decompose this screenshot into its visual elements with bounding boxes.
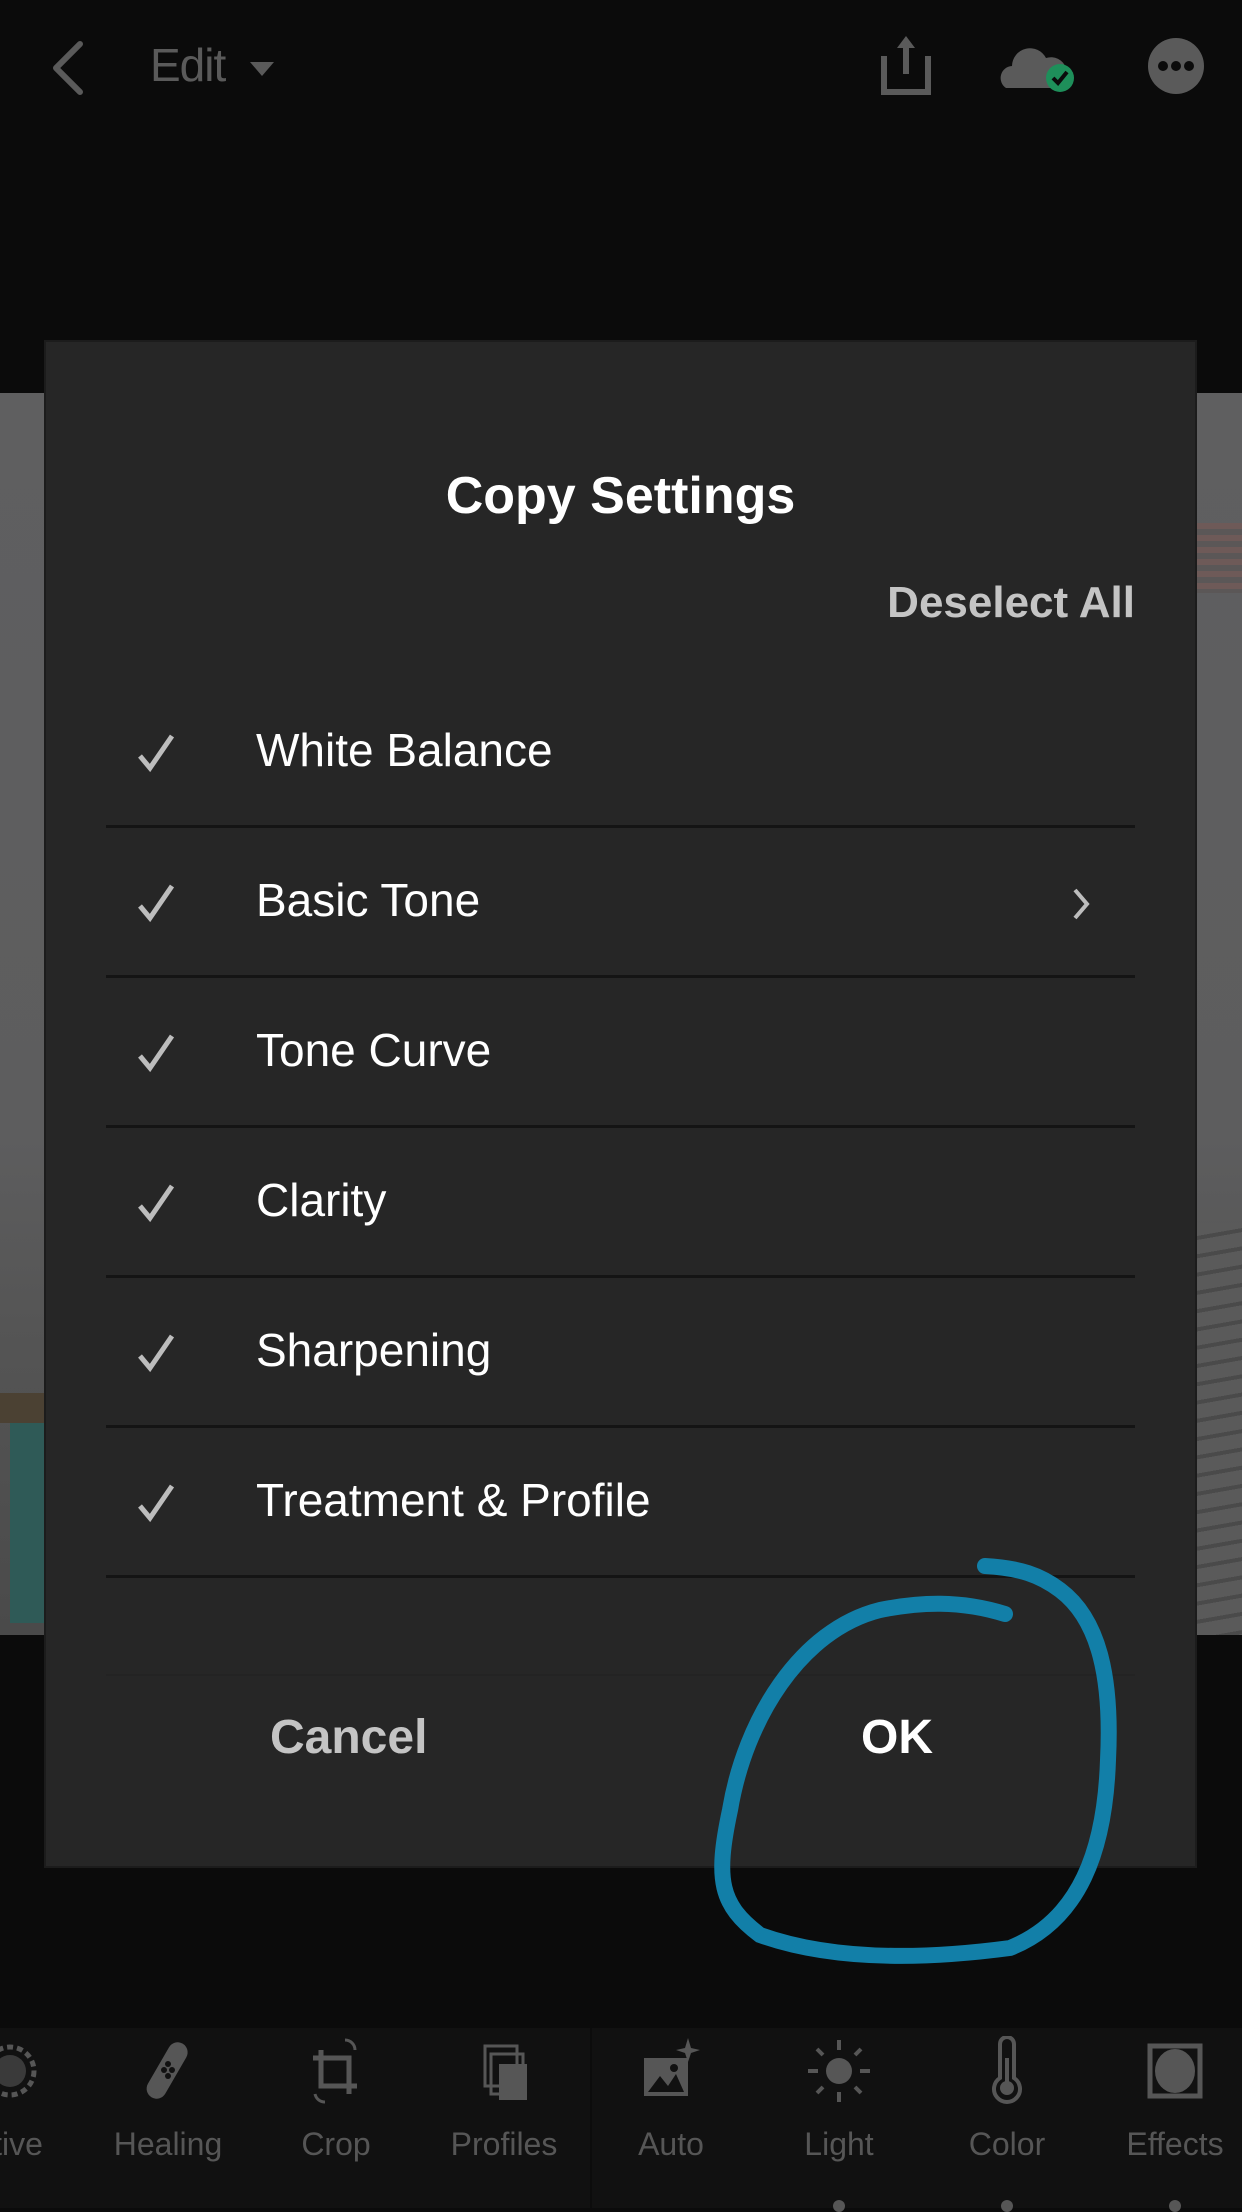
dialog-buttons: Cancel OK	[46, 1680, 1195, 1800]
photo-detail	[1190, 523, 1242, 593]
thermometer-icon	[992, 2036, 1022, 2104]
copy-settings-dialog: Copy Settings Deselect All White Balance…	[46, 342, 1195, 1866]
setting-label: Tone Curve	[256, 1024, 492, 1076]
chevron-right-icon[interactable]	[1069, 886, 1093, 922]
tool-label: Auto	[638, 2126, 704, 2162]
more-icon[interactable]	[1146, 36, 1206, 96]
setting-label: White Balance	[256, 724, 553, 776]
share-icon[interactable]	[876, 36, 936, 96]
tool-light[interactable]: Light	[769, 2036, 909, 2212]
tool-crop[interactable]: Crop	[266, 2036, 406, 2163]
dialog-title: Copy Settings	[445, 467, 796, 525]
checkmark-icon	[138, 1034, 175, 1073]
tool-label: Profiles	[450, 2126, 558, 2162]
sun-icon	[808, 2040, 870, 2102]
adjusted-indicator	[1001, 2200, 1013, 2212]
tool-healing[interactable]: Healing	[98, 2036, 238, 2163]
selective-icon	[0, 2044, 37, 2098]
effects-icon	[1147, 2043, 1203, 2099]
tool-label: Effects	[1126, 2126, 1224, 2162]
tool-label: Healing	[113, 2126, 223, 2162]
setting-label: Sharpening	[256, 1324, 492, 1376]
mode-selector[interactable]: Edit	[150, 38, 226, 92]
bandage-icon	[146, 2042, 188, 2099]
photo-detail	[10, 1423, 46, 1623]
profiles-icon	[483, 2044, 527, 2100]
settings-list: White Balance Basic Tone Tone Curve Clar…	[106, 678, 1135, 1676]
setting-item-treatment-profile[interactable]: Treatment & Profile	[106, 1428, 1135, 1578]
ok-button[interactable]: OK	[861, 1710, 933, 1765]
checkmark-icon	[138, 1334, 175, 1373]
tool-auto[interactable]: Auto	[601, 2036, 741, 2163]
tool-label: Light	[804, 2126, 874, 2162]
setting-item-clarity[interactable]: Clarity	[106, 1128, 1135, 1278]
setting-item-basic-tone[interactable]: Basic Tone	[106, 828, 1135, 978]
checkmark-icon	[138, 734, 175, 773]
setting-label: Clarity	[256, 1174, 387, 1226]
tool-label: Crop	[301, 2126, 371, 2162]
crop-icon	[313, 2038, 357, 2104]
deselect-all-button[interactable]: Deselect All	[887, 578, 1135, 628]
list-divider	[106, 1578, 1135, 1676]
photo-detail	[1190, 1223, 1242, 1635]
setting-label: Treatment & Profile	[256, 1474, 651, 1526]
tool-color[interactable]: Color	[937, 2036, 1077, 2212]
tool-label: Color	[968, 2126, 1046, 2162]
setting-item-tone-curve[interactable]: Tone Curve	[106, 978, 1135, 1128]
tool-effects[interactable]: Effects	[1105, 2036, 1242, 2212]
cloud-synced-icon[interactable]	[998, 36, 1078, 96]
toolbar-divider	[590, 2028, 592, 2208]
setting-item-white-balance[interactable]: White Balance	[106, 678, 1135, 828]
checkmark-icon	[138, 1184, 175, 1223]
tool-selective[interactable]: ctive	[0, 2036, 80, 2163]
tool-profiles[interactable]: Profiles	[434, 2036, 574, 2163]
chevron-left-icon[interactable]	[48, 40, 88, 96]
setting-item-sharpening[interactable]: Sharpening	[106, 1278, 1135, 1428]
cancel-button[interactable]: Cancel	[270, 1710, 427, 1765]
checkmark-icon	[138, 1484, 175, 1523]
auto-icon	[644, 2038, 700, 2096]
checkmark-icon	[138, 884, 175, 923]
tool-label: ctive	[0, 2126, 43, 2162]
adjusted-indicator	[833, 2200, 845, 2212]
adjusted-indicator	[1169, 2200, 1181, 2212]
caret-down-icon[interactable]	[250, 62, 274, 76]
top-bar: Edit	[0, 0, 1242, 140]
setting-label: Basic Tone	[256, 874, 481, 926]
